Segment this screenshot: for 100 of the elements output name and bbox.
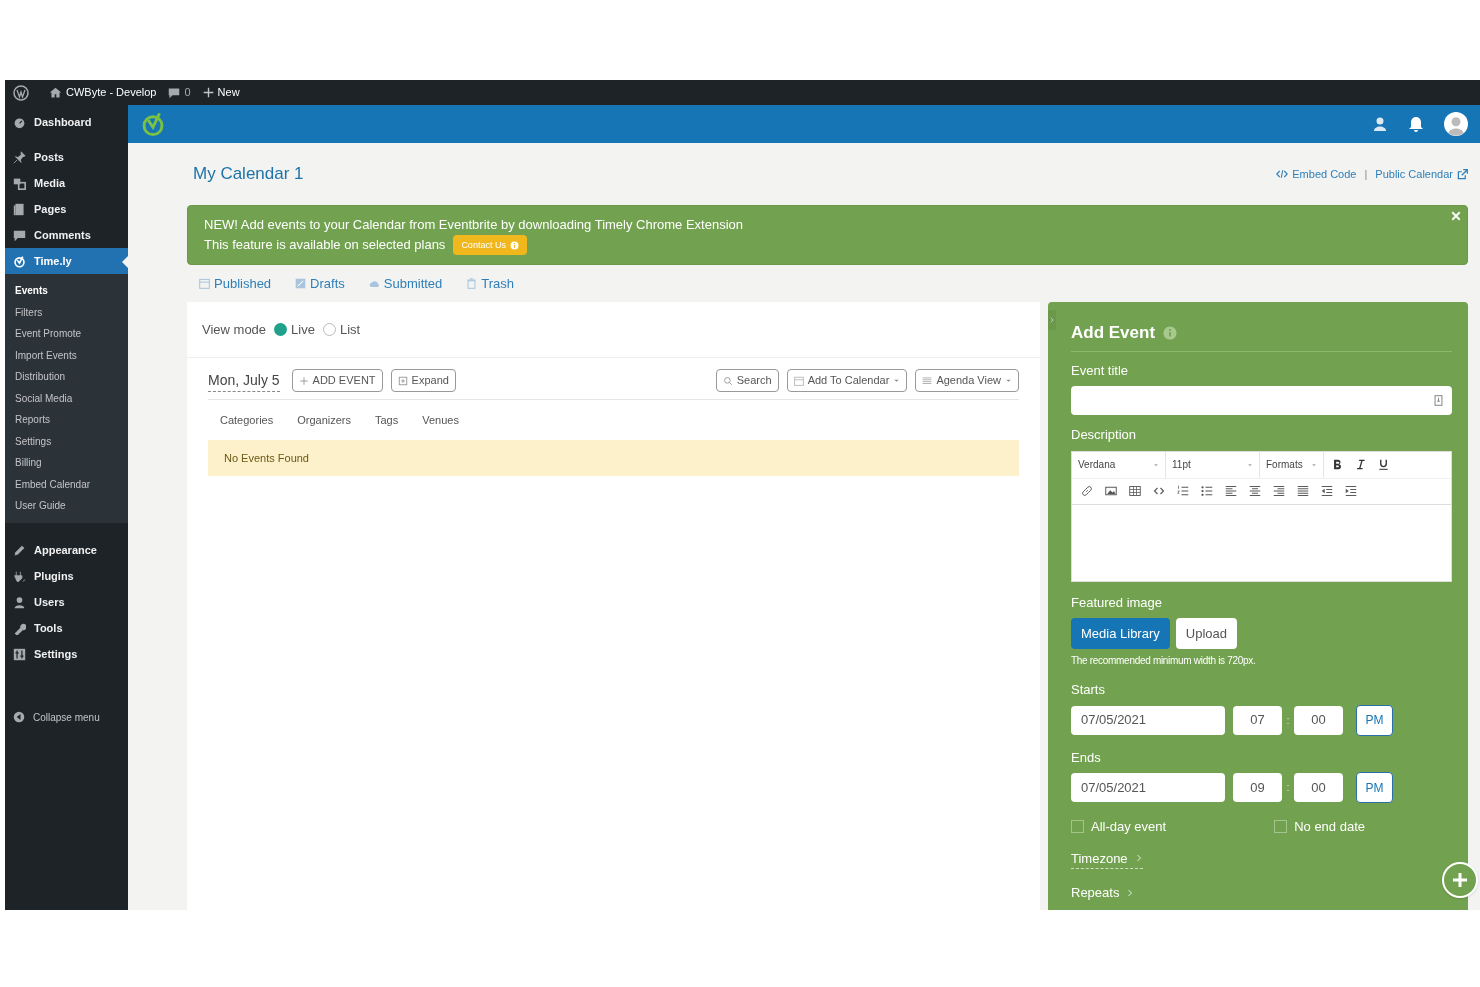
sidebar-item[interactable]: Pages [5,196,128,222]
site-link[interactable]: CWByte - Develop [49,84,157,101]
external-link-icon [1457,168,1468,180]
header-link[interactable]: Embed Code [1276,165,1357,183]
caret-icon [893,377,901,384]
am-pm-toggle[interactable]: PM [1356,772,1393,803]
cloud-icon [368,278,380,289]
notice-text: This feature is available on selected plans [204,236,446,254]
chevron-icon [1134,854,1143,863]
header-link[interactable]: Public Calendar [1375,165,1468,183]
submenu-item[interactable]: Social Media [5,387,128,409]
rich-text-editor[interactable]: Verdana 11pt Formats [1071,450,1452,582]
submenu-item[interactable]: Events [5,280,128,302]
submenu-item[interactable]: Distribution [5,366,128,388]
format-dropdown[interactable]: Formats [1260,451,1324,478]
submenu-item[interactable]: Reports [5,409,128,431]
event-title-field[interactable] [1071,386,1452,415]
chevron-icon [1126,888,1135,897]
view-mode-radio[interactable]: List [322,319,361,340]
empty-message: No Events Found [208,440,1019,476]
tab[interactable]: Trash [466,273,515,294]
submenu-item[interactable]: Billing [5,452,128,474]
time-separator: : [1285,780,1291,796]
field-label: Starts [1071,681,1106,699]
submenu-item[interactable]: Import Events [5,344,128,366]
toolbar-button[interactable]: Search [715,369,779,392]
chevron-icon [1049,317,1055,323]
info-icon [1163,325,1178,340]
sidebar-item[interactable]: Tools [5,615,128,642]
plus-icon [298,375,309,386]
dashboard-icon [13,115,26,129]
support-icon [1372,116,1388,132]
collapse-menu[interactable]: Collapse menu [5,709,128,725]
hour-field[interactable]: 07 [1233,705,1282,735]
tab[interactable]: Submitted [368,273,443,294]
sidebar-item[interactable]: Users [5,589,128,616]
date-field[interactable]: 07/05/2021 [1071,773,1225,802]
plug-icon [13,570,26,583]
filter-link[interactable]: Categories [220,411,274,429]
minute-field[interactable]: 00 [1294,773,1343,802]
notice-text: NEW! Add events to your Calendar from Eventbrite by downloading Timely Chrome Extension [204,216,745,234]
tab[interactable]: Drafts [295,273,345,294]
submenu-item[interactable]: Settings [5,430,128,452]
sidebar-item[interactable]: Settings [5,641,128,668]
table-icon [1129,485,1141,497]
submenu-item[interactable]: User Guide [5,495,128,517]
time-separator: : [1285,712,1291,728]
home-icon [49,86,62,99]
sidebar-item[interactable]: Time.ly [5,248,128,274]
comments-link[interactable]: 0 [168,84,191,101]
field-label: Ends [1071,748,1102,767]
toolbar-button[interactable]: Add To Calendar [786,369,908,392]
submenu-item[interactable]: Event Promote [5,323,128,345]
hour-field[interactable]: 09 [1233,773,1282,802]
image-source-button[interactable]: Media Library [1071,618,1170,649]
sidebar-item[interactable]: Media [5,170,128,196]
filter-link[interactable]: Venues [422,411,459,429]
sidebar-item[interactable]: Dashboard [5,109,128,135]
comment-icon [13,228,26,242]
sidebar-item[interactable]: Comments [5,222,128,248]
format-dropdown[interactable]: Verdana [1072,451,1166,478]
filter-link[interactable]: Tags [375,411,399,429]
format-dropdown[interactable]: 11pt [1166,451,1260,478]
toolbar-button[interactable]: Expand [390,369,456,392]
view-mode-label: View mode [202,320,267,339]
align-right-icon [1273,485,1285,497]
tab[interactable]: Published [199,273,272,294]
media-icon [13,176,26,190]
view-mode-radio[interactable]: Live [274,319,315,340]
date-field[interactable]: 07/05/2021 [1071,705,1225,735]
collapse-icon [13,711,25,723]
image-source-button[interactable]: Upload [1175,618,1237,649]
expand-icon [397,375,408,386]
toolbar-button[interactable]: Agenda View [915,369,1019,392]
search-icon [722,375,733,386]
timely-icon [13,254,26,268]
new-link[interactable]: New [202,84,240,101]
sidebar-item[interactable]: Posts [5,144,128,170]
italic-icon [1355,459,1366,470]
image-hint: The recommended minimum width is 720px. [1071,654,1257,668]
minute-field[interactable]: 00 [1294,705,1343,735]
submenu-item[interactable]: Filters [5,301,128,323]
field-label: Description [1071,426,1138,444]
image-icon [1105,485,1117,497]
filter-link[interactable]: Organizers [297,411,351,429]
trash-icon [466,278,478,289]
submenu-item[interactable]: Embed Calendar [5,473,128,495]
toolbar-button[interactable]: ADD EVENT [291,369,383,392]
date-heading[interactable]: Mon, July 5 [208,369,280,392]
align-left-icon [1225,485,1237,497]
plus-icon [1452,872,1468,888]
sidebar-item[interactable]: Appearance [5,537,128,564]
am-pm-toggle[interactable]: PM [1356,704,1393,736]
sidebar-item[interactable]: Plugins [5,563,128,590]
avatar-icon [1444,112,1468,136]
add-button[interactable] [1442,862,1478,898]
caret-icon [1153,461,1159,468]
pin-icon [13,150,26,164]
comment-icon [168,86,181,99]
page-title: My Calendar 1 [192,163,304,186]
